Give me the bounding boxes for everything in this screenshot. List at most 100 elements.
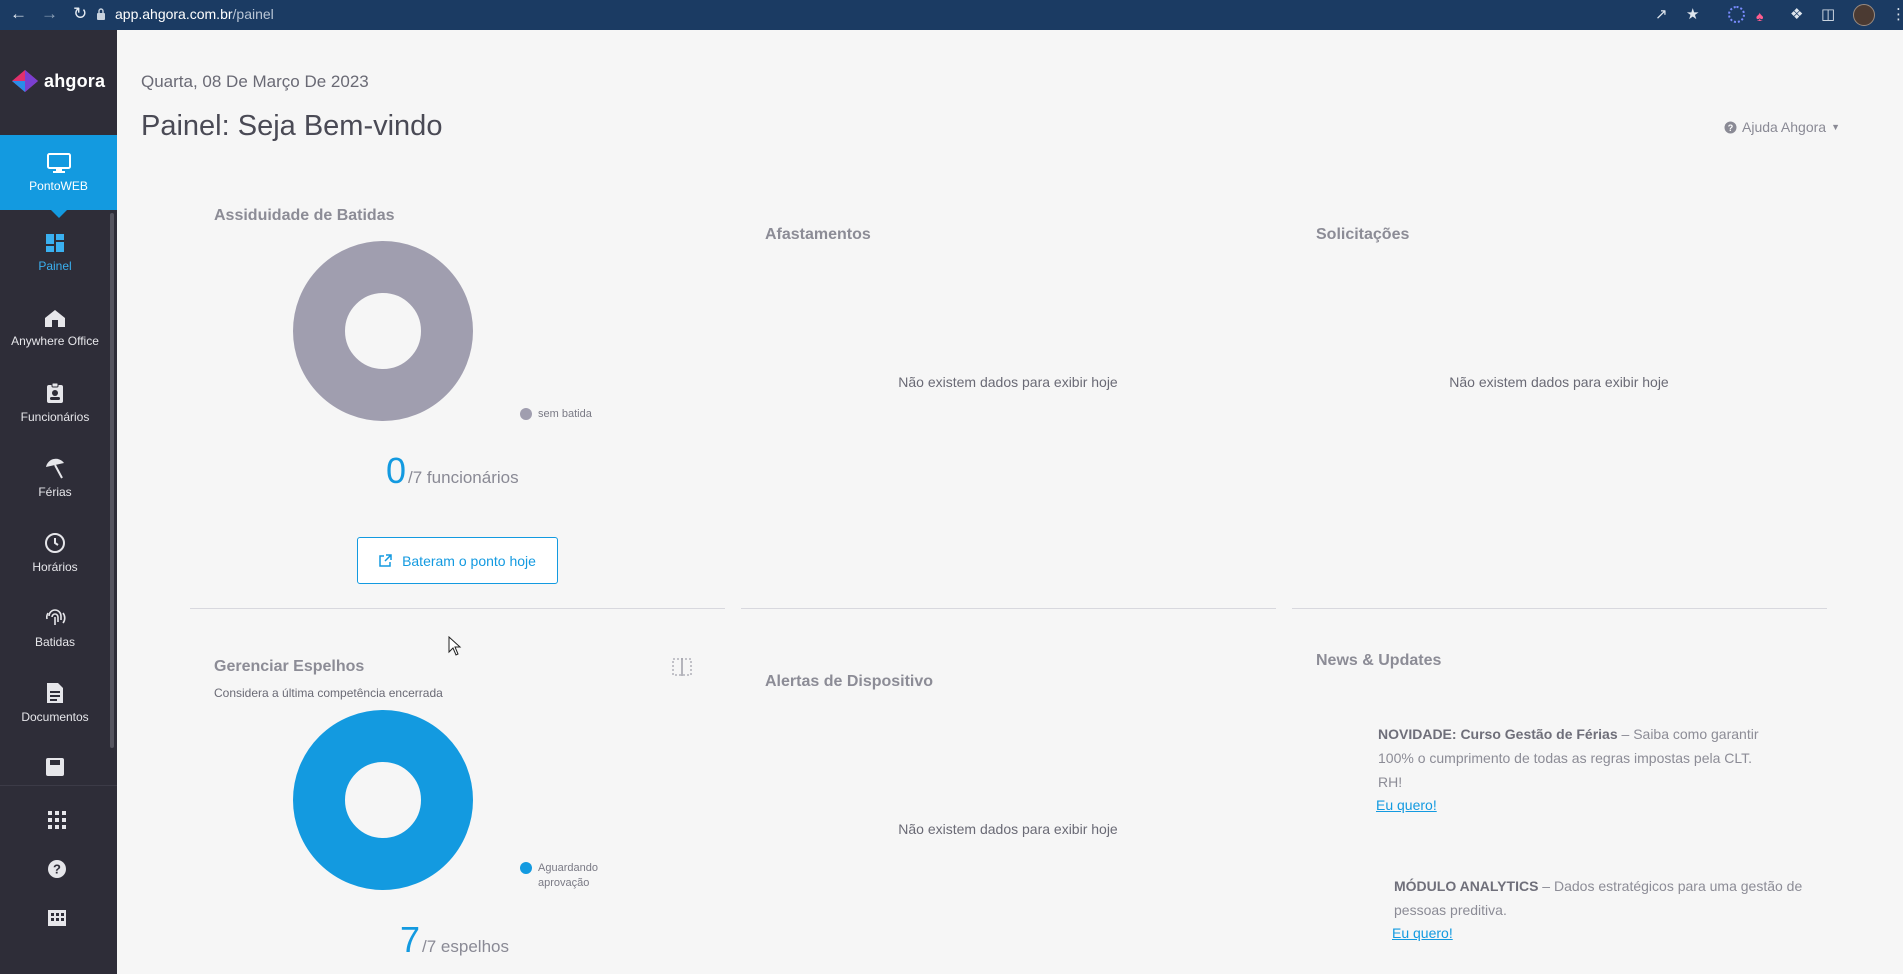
news-item: MÓDULO ANALYTICS – Dados estratégicos pa… <box>1394 874 1804 922</box>
puzzle-extensions-icon[interactable]: ❖ <box>1790 5 1803 23</box>
espelhos-subtitle: Considera a última competência encerrada <box>214 686 443 700</box>
espelhos-title: Gerenciar Espelhos <box>214 658 365 675</box>
clock-icon <box>45 533 65 553</box>
browser-toolbar: ← → ↻ app.ahgora.com.br/painel ↗ ★ ♠ ❖ ◫… <box>0 0 1903 30</box>
card-separator <box>1292 608 1827 609</box>
espelhos-count: 7 /7 espelhos <box>400 919 509 961</box>
news-headline: NOVIDADE: Curso Gestão de Férias <box>1378 726 1618 742</box>
sidebar: ahgora PontoWEB Painel Anywhere Office F… <box>0 30 117 974</box>
count-suffix: /7 espelhos <box>422 937 509 956</box>
reload-icon[interactable]: ↻ <box>73 4 87 24</box>
sidebar-item-label: Horários <box>32 560 78 574</box>
alertas-empty: Não existem dados para exibir hoje <box>898 821 1118 837</box>
page-title: Painel: Seja Bem-vindo <box>141 110 443 142</box>
extension-icon[interactable] <box>1728 6 1745 23</box>
split-view-icon[interactable] <box>672 657 692 677</box>
sidebar-item-label: Batidas <box>34 635 76 649</box>
news-headline: MÓDULO ANALYTICS <box>1394 878 1539 894</box>
sidebar-item-ferias[interactable]: Férias <box>0 447 110 509</box>
building-icon <box>48 910 66 926</box>
sidebar-item-batidas[interactable]: Batidas <box>0 597 110 659</box>
count-suffix: /7 funcionários <box>408 468 519 487</box>
news-item: NOVIDADE: Curso Gestão de Férias – Saiba… <box>1378 722 1778 794</box>
card-separator <box>741 608 1276 609</box>
legend-label: Aguardando aprovação <box>538 862 598 889</box>
external-link-icon <box>379 554 392 567</box>
help-dropdown[interactable]: ? Ajuda Ahgora ▼ <box>1724 119 1840 135</box>
forward-icon[interactable]: → <box>41 4 58 24</box>
help-label: Ajuda Ahgora <box>1742 119 1827 135</box>
sidebar-item-horarios[interactable]: Horários <box>0 522 110 584</box>
legend-label: sem batida <box>538 408 592 420</box>
bookmark-star-icon[interactable]: ★ <box>1686 5 1699 23</box>
alertas-title: Alertas de Dispositivo <box>765 673 934 690</box>
app-tab-pontoweb[interactable]: PontoWEB <box>0 135 117 218</box>
svg-text:?: ? <box>53 862 61 877</box>
card-separator <box>190 608 725 609</box>
ahgora-logo-icon <box>12 70 38 92</box>
question-circle-icon: ? <box>1724 121 1737 133</box>
menu-dots-icon[interactable]: ⋮ <box>1891 5 1903 23</box>
button-label: Bateram o ponto hoje <box>402 552 536 569</box>
sidebar-item-label: Férias <box>38 485 72 499</box>
assiduidade-donut-chart <box>293 241 473 421</box>
donut-slice-0[interactable] <box>293 710 473 890</box>
donut-slice-0[interactable] <box>293 241 473 421</box>
profile-avatar[interactable] <box>1853 4 1875 26</box>
question-icon: ? <box>48 860 66 878</box>
current-date: Quarta, 08 De Março De 2023 <box>141 72 369 91</box>
home-office-icon <box>45 310 65 327</box>
sidebar-scrollbar[interactable] <box>110 213 114 748</box>
espelhos-legend: Aguardando aprovação <box>520 861 610 891</box>
count-value: 0 <box>386 450 407 491</box>
apps-grid-button[interactable] <box>0 805 114 835</box>
sidebar-item-anywhere-office[interactable]: Anywhere Office <box>0 297 110 359</box>
caret-down-icon: ▼ <box>1831 122 1840 132</box>
address-bar[interactable]: app.ahgora.com.br/painel <box>115 6 274 22</box>
sidebar-item-documentos[interactable]: Documentos <box>0 672 110 734</box>
active-arrow <box>50 210 67 218</box>
fingerprint-icon <box>46 609 66 625</box>
lock-icon <box>97 8 105 20</box>
espelhos-donut-chart <box>293 710 473 890</box>
monitor-icon <box>46 152 71 173</box>
legend-dot <box>520 862 532 874</box>
sidebar-item-partial[interactable] <box>0 747 110 787</box>
app-tab-label: PontoWEB <box>29 178 88 193</box>
news-link[interactable]: Eu quero! <box>1392 925 1453 941</box>
sidebar-item-label: Anywhere Office <box>11 334 99 348</box>
sidebar-divider <box>0 785 117 786</box>
badge-icon <box>47 382 63 403</box>
sidebar-item-label: Documentos <box>21 710 89 724</box>
assiduidade-legend: sem batida <box>520 407 592 422</box>
brand-name: ahgora <box>44 70 106 91</box>
sidebar-item-funcionarios[interactable]: Funcionários <box>0 372 110 434</box>
sidebar-item-label: Painel <box>38 259 72 273</box>
solicitacoes-title: Solicitações <box>1316 226 1410 243</box>
afastamentos-title: Afastamentos <box>765 226 871 243</box>
side-panel-icon[interactable]: ◫ <box>1821 5 1835 23</box>
company-button[interactable] <box>0 902 114 932</box>
beach-umbrella-icon <box>46 458 64 479</box>
count-value: 7 <box>400 919 421 960</box>
solicitacoes-empty: Não existem dados para exibir hoje <box>1449 374 1669 390</box>
ahgora-logo[interactable]: ahgora <box>12 66 105 96</box>
extension-icon[interactable]: ♠ <box>1756 8 1763 24</box>
help-button[interactable]: ? <box>0 854 114 884</box>
back-icon[interactable]: ← <box>10 4 27 24</box>
assiduidade-title: Assiduidade de Batidas <box>214 207 395 224</box>
svg-text:?: ? <box>1728 123 1734 133</box>
save-disk-icon <box>46 758 64 776</box>
sidebar-item-painel[interactable]: Painel <box>0 222 110 284</box>
afastamentos-empty: Não existem dados para exibir hoje <box>898 374 1118 390</box>
assiduidade-count: 0 /7 funcionários <box>386 450 519 492</box>
sidebar-item-label: Funcionários <box>20 410 90 424</box>
bateram-ponto-button[interactable]: Bateram o ponto hoje <box>357 537 558 584</box>
document-icon <box>47 683 63 703</box>
dashboard-icon <box>46 234 64 252</box>
share-icon[interactable]: ↗ <box>1655 5 1668 23</box>
news-title: News & Updates <box>1316 652 1442 669</box>
apps-grid-icon <box>48 811 66 829</box>
news-link[interactable]: Eu quero! <box>1376 797 1437 813</box>
mouse-cursor-icon <box>448 636 462 656</box>
